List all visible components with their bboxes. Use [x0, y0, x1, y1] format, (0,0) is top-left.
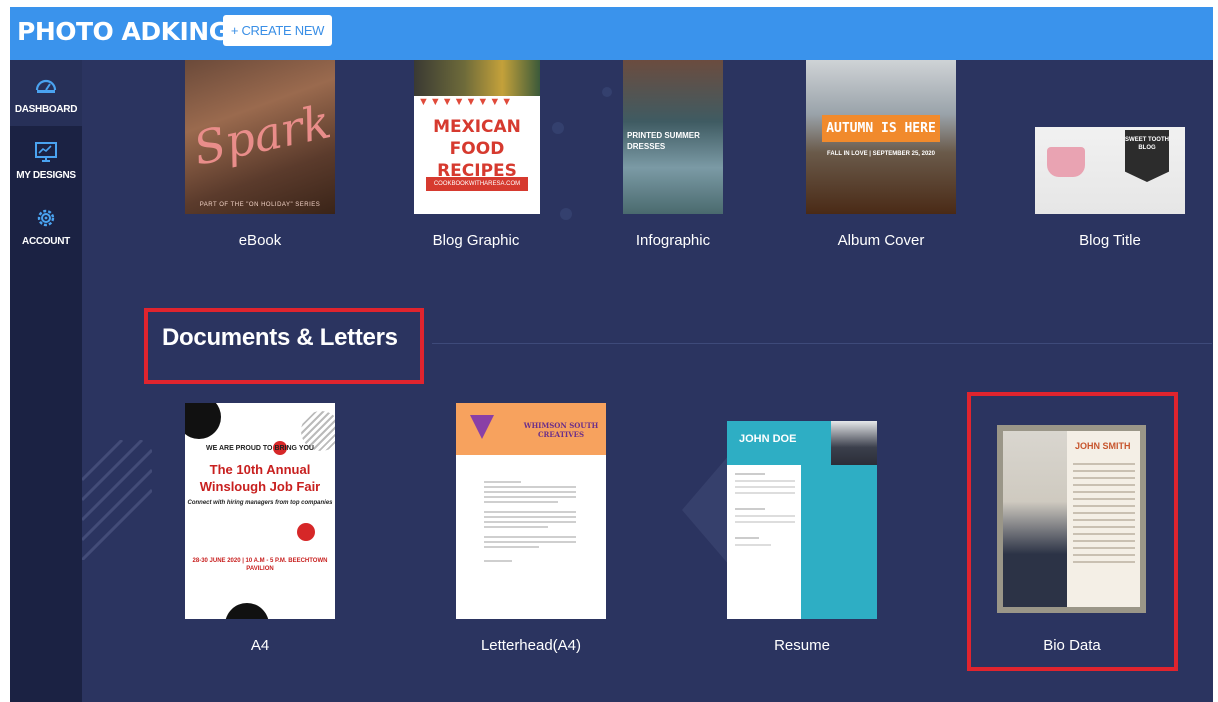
decor-dot	[225, 603, 269, 619]
decor-dot	[297, 523, 315, 541]
gear-icon	[37, 209, 55, 227]
thumb-caption: COOKBOOKWITHARESA.COM	[426, 177, 528, 191]
bio-data-thumbnail[interactable]: JOHN SMITH	[997, 425, 1146, 613]
sidebar-item-label: ACCOUNT	[22, 236, 70, 247]
section-heading-documents: Documents & Letters	[162, 324, 398, 351]
thumb-title: MEXICAN FOOD RECIPES	[433, 117, 521, 181]
gauge-icon	[35, 79, 57, 93]
sidebar: DASHBOARD MY DESIGNS ACCOUNT	[10, 60, 82, 702]
resume-side-column	[801, 465, 877, 619]
thumb-photo	[414, 60, 540, 96]
tile-label-infographic[interactable]: Infographic	[573, 232, 773, 249]
app-window: PHOTO ADKING + CREATE NEW DASHBOARD MY D…	[10, 7, 1213, 702]
decor-dot	[560, 208, 572, 220]
thumb-title: SWEET TOOTH BLOG	[1125, 130, 1169, 182]
dashboard-content: Spark PART OF THE "ON HOLIDAY" SERIES eB…	[82, 60, 1213, 702]
a4-thumbnail[interactable]: WE ARE PROUD TO BRING YOU The 10th Annua…	[185, 403, 335, 619]
thumb-title: AUTUMN IS HERE	[822, 115, 940, 142]
tile-label-a4[interactable]: A4	[160, 637, 360, 654]
cup-illustration	[1047, 147, 1085, 177]
sidebar-item-account[interactable]: ACCOUNT	[10, 192, 82, 258]
thumb-tagline: Connect with hiring managers from top co…	[187, 500, 333, 506]
tile-label-blog-graphic[interactable]: Blog Graphic	[376, 232, 576, 249]
letterhead-thumbnail[interactable]: WHIMSON SOUTH CREATIVES	[456, 403, 606, 619]
sidebar-item-label: DASHBOARD	[14, 104, 78, 115]
thumb-pretitle: WE ARE PROUD TO BRING YOU	[206, 445, 314, 452]
bio-data-page: JOHN SMITH	[1003, 431, 1140, 607]
monitor-icon	[35, 142, 57, 162]
thumb-title: PRINTED SUMMER DRESSES	[627, 131, 700, 151]
thumb-title: JOHN SMITH	[1075, 441, 1131, 451]
thumb-title: JOHN DOE	[739, 433, 797, 445]
decor-dot	[185, 403, 221, 439]
sidebar-item-label: MY DESIGNS	[16, 170, 76, 181]
profile-photo	[1003, 431, 1067, 607]
thumb-caption: FALL IN LOVE | SEPTEMBER 25, 2020	[827, 151, 935, 157]
section-divider	[432, 343, 1212, 344]
create-new-button[interactable]: + CREATE NEW	[223, 15, 332, 46]
top-bar: PHOTO ADKING + CREATE NEW	[10, 7, 1213, 60]
decor-stripes	[82, 440, 152, 560]
tile-label-letterhead[interactable]: Letterhead(A4)	[431, 637, 631, 654]
thumb-date: 28-30 JUNE 2020 | 10 A.M - 5 P.M. BEECHT…	[192, 558, 328, 572]
decor-dot	[602, 87, 612, 97]
album-cover-thumbnail[interactable]: AUTUMN IS HERE FALL IN LOVE | SEPTEMBER …	[806, 60, 956, 214]
sidebar-item-dashboard[interactable]: DASHBOARD	[10, 60, 82, 126]
bunting-decoration: ▼▼▼▼▼▼▼▼	[418, 96, 514, 108]
blog-title-thumbnail[interactable]: SWEET TOOTH BLOG	[1035, 127, 1185, 214]
ebook-thumbnail[interactable]: Spark PART OF THE "ON HOLIDAY" SERIES	[185, 60, 335, 214]
infographic-thumbnail[interactable]: PRINTED SUMMER DRESSES	[623, 60, 723, 214]
profile-photo	[831, 421, 877, 465]
tile-label-ebook[interactable]: eBook	[160, 232, 360, 249]
tile-label-album-cover[interactable]: Album Cover	[781, 232, 981, 249]
decor-dot	[552, 122, 564, 134]
blog-graphic-thumbnail[interactable]: ▼▼▼▼▼▼▼▼ MEXICAN FOOD RECIPES COOKBOOKWI…	[414, 60, 540, 214]
thumb-title: The 10th Annual Winslough Job Fair	[199, 462, 321, 494]
sidebar-item-my-designs[interactable]: MY DESIGNS	[10, 126, 82, 192]
bio-data-rows	[1073, 463, 1135, 568]
thumb-title: WHIMSON SOUTH CREATIVES	[523, 421, 599, 439]
tile-label-bio-data[interactable]: Bio Data	[972, 637, 1172, 654]
resume-thumbnail[interactable]: JOHN DOE	[727, 421, 877, 619]
letter-body	[484, 481, 576, 565]
tile-label-resume[interactable]: Resume	[702, 637, 902, 654]
app-logo[interactable]: PHOTO ADKING	[17, 17, 229, 46]
thumb-caption: PART OF THE "ON HOLIDAY" SERIES	[199, 202, 321, 208]
tile-label-blog-title[interactable]: Blog Title	[1010, 232, 1210, 249]
thumb-title: Spark	[188, 94, 335, 176]
resume-body	[735, 473, 795, 550]
